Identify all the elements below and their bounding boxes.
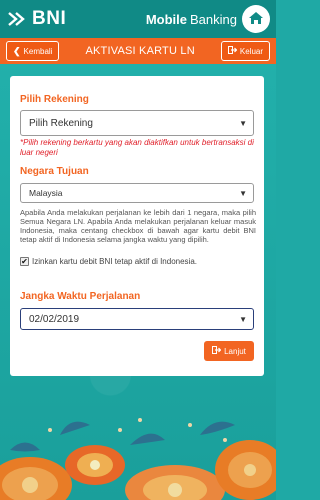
caret-down-icon: ▼ xyxy=(239,314,247,324)
forward-icon xyxy=(212,346,222,356)
brand-name: BNI xyxy=(32,8,67,29)
home-icon xyxy=(248,11,264,28)
country-label: Negara Tujuan xyxy=(20,166,89,177)
caret-down-icon: ▼ xyxy=(239,118,247,128)
keep-active-checkbox-row[interactable]: ✔ Izinkan kartu debit BNI tetap aktif di… xyxy=(20,257,197,266)
exit-button[interactable]: Keluar xyxy=(220,41,270,61)
next-button-label: Lanjut xyxy=(224,346,246,356)
caret-down-icon: ▼ xyxy=(239,188,247,198)
account-label: Pilih Rekening xyxy=(20,94,89,105)
country-select[interactable]: Malaysia ▼ xyxy=(20,183,254,203)
home-button[interactable] xyxy=(242,5,270,33)
logout-icon xyxy=(227,46,238,56)
back-button-label: Kembali xyxy=(23,46,53,56)
next-button[interactable]: Lanjut xyxy=(204,341,254,361)
app-header: BNI Mobile Banking xyxy=(0,0,276,38)
bni-logo: BNI xyxy=(8,8,66,30)
duration-date-select[interactable]: 02/02/2019 ▼ xyxy=(20,308,254,330)
duration-date-value: 02/02/2019 xyxy=(29,313,80,325)
account-note: *Pilih rekening berkartu yang akan diakt… xyxy=(20,138,254,157)
keep-active-checkbox-label: Izinkan kartu debit BNI tetap aktif di I… xyxy=(32,257,197,266)
bni-logo-mark-icon xyxy=(8,11,30,27)
back-button[interactable]: ❮ Kembali xyxy=(6,41,60,61)
page-title: AKTIVASI KARTU LN xyxy=(85,45,195,57)
batik-flower-decoration xyxy=(0,395,285,500)
app-title-rest: Banking xyxy=(190,11,237,27)
country-info-text: Apabila Anda melakukan perjalanan ke leb… xyxy=(20,208,256,244)
country-select-value: Malaysia xyxy=(29,188,63,198)
app-title-bold: Mobile xyxy=(145,11,188,27)
exit-button-label: Keluar xyxy=(239,46,263,56)
account-select-value: Pilih Rekening xyxy=(29,117,93,129)
nav-bar: ❮ Kembali AKTIVASI KARTU LN Keluar xyxy=(0,38,276,64)
keep-active-checkbox[interactable]: ✔ xyxy=(20,257,29,266)
duration-label: Jangka Waktu Perjalanan xyxy=(20,291,141,302)
account-select[interactable]: Pilih Rekening ▼ xyxy=(20,110,254,136)
chevron-left-icon: ❮ xyxy=(13,45,21,56)
app-title: Mobile Banking xyxy=(146,5,270,33)
activation-form-card: Pilih Rekening Pilih Rekening ▼ *Pilih r… xyxy=(10,76,264,376)
